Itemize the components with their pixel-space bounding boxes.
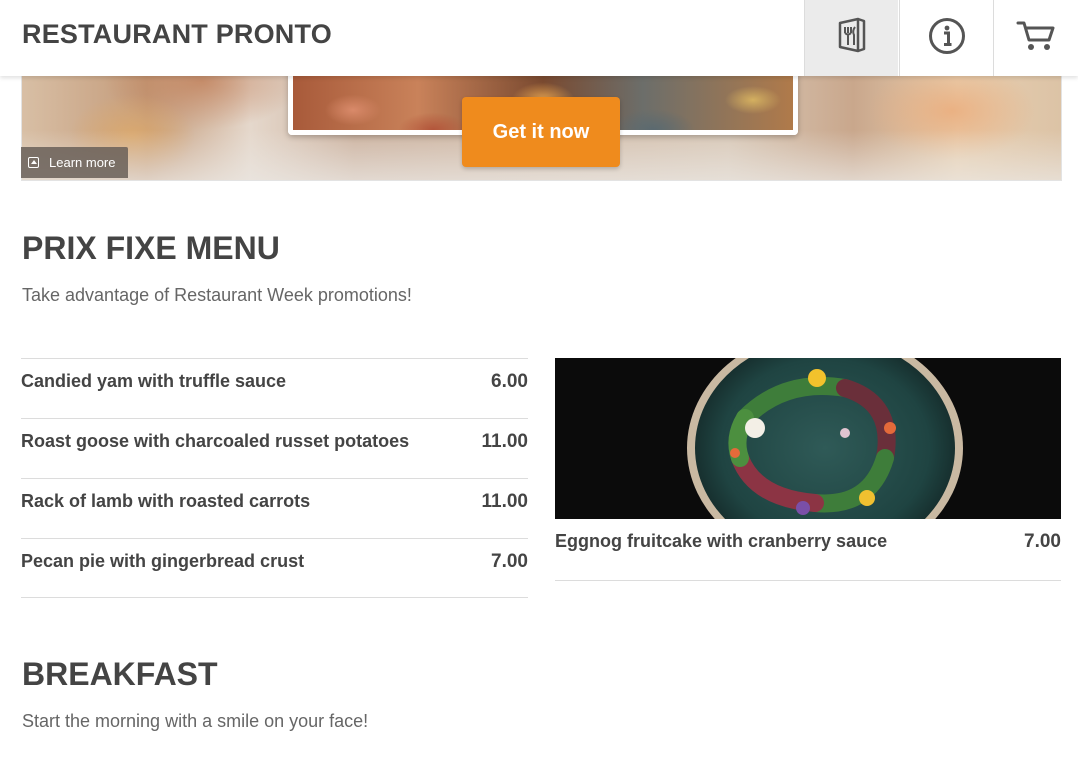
- menu-utensils-icon: [836, 17, 868, 60]
- featured-menu-item[interactable]: Eggnog fruitcake with cranberry sauce 7.…: [555, 358, 1061, 581]
- top-header: RESTAURANT PRONTO: [0, 0, 1078, 76]
- nav-info-button[interactable]: [899, 0, 993, 76]
- featured-dish-photo: [555, 358, 1061, 519]
- breakfast-subtitle: Start the morning with a smile on your f…: [22, 711, 369, 731]
- nav-cart-button[interactable]: [993, 0, 1078, 76]
- menu-item[interactable]: Roast goose with charcoaled russet potat…: [21, 418, 528, 478]
- breakfast-title: BREAKFAST: [22, 656, 218, 692]
- info-icon: [928, 17, 966, 60]
- prix-fixe-subtitle: Take advantage of Restaurant Week promot…: [22, 285, 412, 305]
- menu-item-price: 11.00: [481, 431, 529, 452]
- featured-item-price: 7.00: [1024, 531, 1061, 552]
- learn-more-label: Learn more: [49, 155, 116, 170]
- menu-item-name: Rack of lamb with roasted carrots: [21, 491, 311, 511]
- menu-item-price: 7.00: [491, 551, 528, 572]
- menu-item-name: Candied yam with truffle sauce: [21, 371, 287, 391]
- menu-item-price: 6.00: [491, 371, 528, 392]
- nav-menu-button[interactable]: [804, 0, 898, 76]
- menu-item[interactable]: Rack of lamb with roasted carrots 11.00: [21, 478, 528, 538]
- menu-item-name: Pecan pie with gingerbread crust: [21, 551, 305, 571]
- featured-item-row: Eggnog fruitcake with cranberry sauce 7.…: [555, 519, 1061, 553]
- learn-more-button[interactable]: Learn more: [21, 147, 128, 178]
- menu-item-name: Roast goose with charcoaled russet potat…: [21, 431, 410, 451]
- menu-item-price: 11.00: [481, 491, 529, 512]
- menu-item[interactable]: Candied yam with truffle sauce 6.00: [21, 358, 528, 418]
- prix-fixe-menu-list: Candied yam with truffle sauce 6.00 Roas…: [21, 358, 528, 598]
- prix-fixe-title: PRIX FIXE MENU: [22, 230, 280, 266]
- get-it-now-button[interactable]: Get it now: [462, 97, 620, 167]
- expand-up-icon: [28, 157, 39, 168]
- menu-item[interactable]: Pecan pie with gingerbread crust 7.00: [21, 538, 528, 598]
- brand-title[interactable]: RESTAURANT PRONTO: [22, 19, 332, 50]
- featured-item-name: Eggnog fruitcake with cranberry sauce: [555, 531, 888, 551]
- cart-icon: [1016, 19, 1056, 58]
